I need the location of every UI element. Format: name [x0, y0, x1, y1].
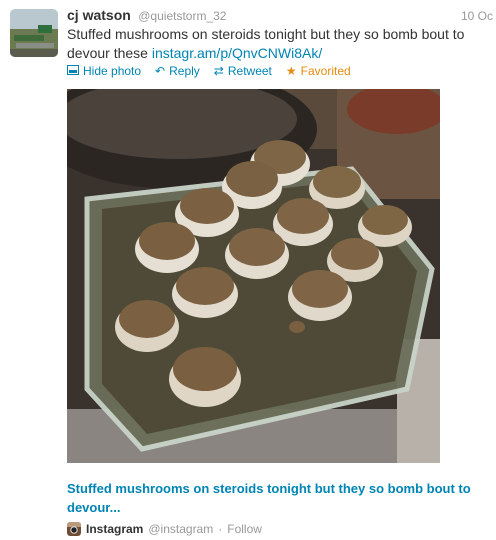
retweet-icon: ⇄: [213, 64, 224, 78]
source-name[interactable]: Instagram: [86, 522, 143, 536]
tweet-text: Stuffed mushrooms on steroids tonight bu…: [67, 25, 487, 63]
reply-button[interactable]: ↶ Reply: [155, 64, 200, 78]
tweet-actions: Hide photo ↶ Reply ⇄ Retweet ★ Favorited: [67, 64, 351, 78]
retweet-label: Retweet: [227, 64, 272, 78]
tweet-link[interactable]: instagr.am/p/QnvCNWi8Ak/: [152, 45, 322, 61]
author-handle[interactable]: @quietstorm_32: [138, 9, 226, 23]
hide-photo-button[interactable]: Hide photo: [67, 64, 141, 78]
instagram-logo-icon: [67, 522, 81, 536]
photo-icon: [67, 65, 79, 77]
reply-label: Reply: [169, 64, 200, 78]
follow-button[interactable]: Follow: [227, 522, 262, 536]
source-handle[interactable]: @instagram: [148, 522, 213, 536]
retweet-button[interactable]: ⇄ Retweet: [214, 64, 272, 78]
tweet-timestamp[interactable]: 10 Oc: [461, 9, 493, 23]
hide-photo-label: Hide photo: [83, 64, 142, 78]
favorited-label: Favorited: [300, 64, 351, 78]
tweet-header: cj watson @quietstorm_32 10 Oc: [67, 7, 496, 27]
favorited-button[interactable]: ★ Favorited: [286, 64, 351, 78]
media-attribution: Instagram @instagram · Follow: [67, 522, 262, 536]
separator-dot: ·: [218, 522, 223, 536]
tweet-photo[interactable]: [67, 89, 440, 463]
media-caption[interactable]: Stuffed mushrooms on steroids tonight bu…: [67, 479, 492, 517]
reply-icon: ↶: [155, 64, 166, 78]
avatar[interactable]: [10, 9, 58, 57]
star-icon: ★: [285, 64, 297, 78]
author-name[interactable]: cj watson: [67, 7, 131, 23]
